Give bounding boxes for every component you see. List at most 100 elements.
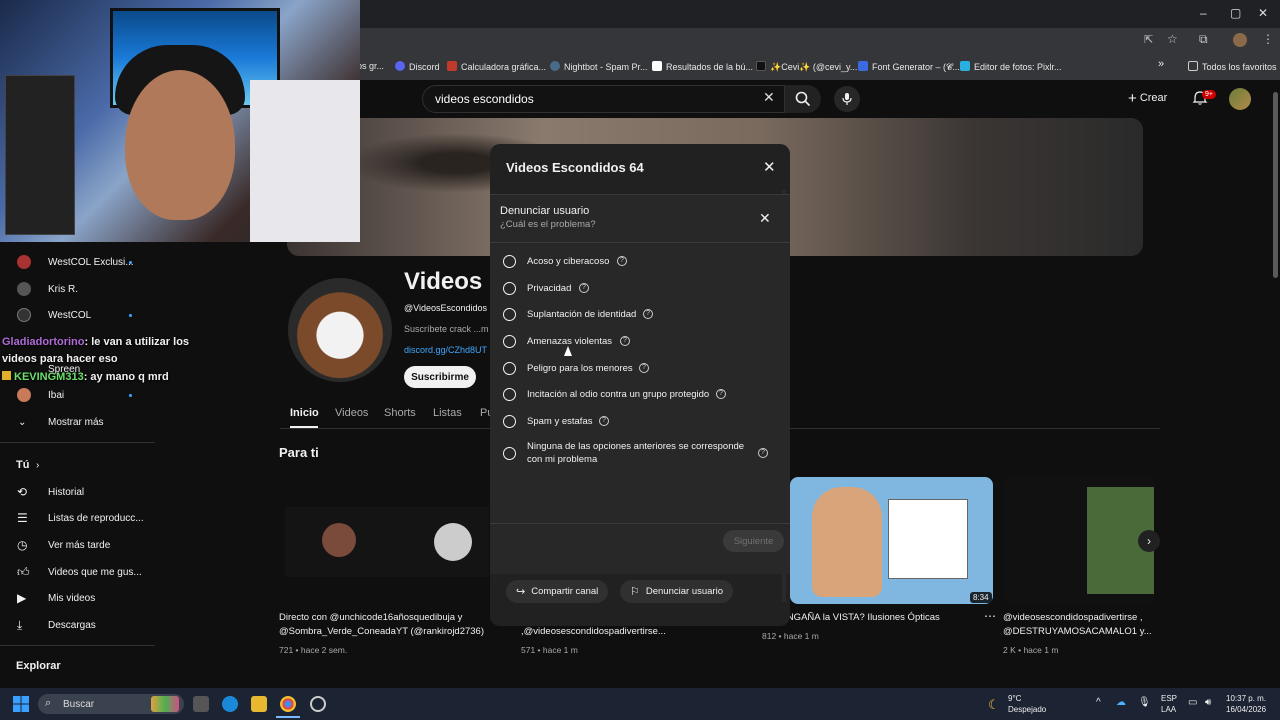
share-channel-button[interactable]: ↪ Compartir canal: [506, 580, 609, 603]
sidebar-item-liked[interactable]: 👍︎ Videos que me gus...: [0, 559, 155, 585]
minimize-icon[interactable]: –: [1200, 6, 1207, 20]
show-more-button[interactable]: ⌄ Mostrar más: [0, 409, 155, 435]
install-icon[interactable]: ⇱: [1144, 33, 1153, 46]
weather-temp[interactable]: 9°C: [1008, 694, 1021, 703]
bookmark-item[interactable]: Nightbot - Spam Pr...: [550, 61, 648, 72]
extensions-icon[interactable]: ⧉: [1199, 32, 1208, 47]
video-thumbnail[interactable]: [1004, 477, 1154, 604]
subscribe-button[interactable]: Suscribirme: [404, 366, 476, 388]
sidebar-item-sub[interactable]: WestCOL Exclusi...: [0, 249, 155, 275]
report-option[interactable]: Spam y estafas: [503, 415, 783, 428]
video-title[interactable]: Directo con @unchicode16añosquedibuja y …: [279, 611, 484, 639]
help-icon[interactable]: ?: [620, 336, 630, 346]
help-icon[interactable]: ?: [643, 309, 653, 319]
language-code[interactable]: ESP: [1161, 694, 1177, 703]
sidebar-item-my-videos[interactable]: ▶ Mis videos: [0, 585, 155, 611]
monitor-icon[interactable]: ▭: [1188, 697, 1197, 708]
help-icon[interactable]: ?: [716, 389, 726, 399]
onedrive-icon[interactable]: ☁: [1116, 697, 1126, 708]
chrome-icon[interactable]: [280, 696, 296, 712]
next-button[interactable]: Siguiente: [723, 530, 784, 552]
clear-search-icon[interactable]: ✕: [763, 89, 775, 106]
report-option[interactable]: Acoso y ciberacoso: [503, 255, 783, 268]
voice-search-button[interactable]: [834, 86, 860, 112]
bookmark-item[interactable]: Editor de fotos: Pixlr...: [960, 61, 1062, 72]
more-options-icon[interactable]: ⋯: [984, 609, 996, 623]
video-title[interactable]: o te ENGAÑA la VISTA? Ilusiones Ópticas: [762, 611, 972, 625]
bookmark-item[interactable]: Calculadora gráfica...: [447, 61, 546, 72]
sidebar-item-sub[interactable]: Kris R.: [0, 276, 155, 302]
sidebar-item-playlists[interactable]: ☰ Listas de reproducc...: [0, 505, 155, 531]
search-input[interactable]: [435, 92, 755, 106]
radio-button[interactable]: [503, 388, 516, 401]
radio-button[interactable]: [503, 415, 516, 428]
keyboard-layout[interactable]: LAA: [1161, 705, 1176, 714]
channel-link[interactable]: discord.gg/CZhd8UT: [404, 345, 487, 355]
maximize-icon[interactable]: ▢: [1230, 6, 1241, 20]
windows-start-icon[interactable]: [13, 696, 29, 712]
sidebar-item-watch-later[interactable]: ◷ Ver más tarde: [0, 532, 155, 558]
report-option[interactable]: Amenazas violentas: [503, 335, 783, 348]
account-avatar[interactable]: [1229, 88, 1251, 110]
tab-inicio[interactable]: Inicio: [290, 407, 319, 419]
close-window-icon[interactable]: ✕: [1258, 6, 1268, 20]
sidebar-item-sub[interactable]: WestCOL: [0, 302, 155, 328]
help-icon[interactable]: ?: [758, 448, 768, 458]
channel-avatar[interactable]: [288, 278, 392, 382]
report-option[interactable]: Ninguna de las opciones anteriores se co…: [503, 440, 783, 466]
radio-button[interactable]: [503, 308, 516, 321]
weather-text[interactable]: Despejado: [1008, 705, 1046, 714]
tab-videos[interactable]: Videos: [335, 407, 368, 419]
chevron-right-icon[interactable]: ›: [1138, 530, 1160, 552]
sidebar-item-history[interactable]: ⟲ Historial: [0, 479, 155, 505]
help-icon[interactable]: ?: [639, 363, 649, 373]
tab-shorts[interactable]: Shorts: [384, 407, 416, 419]
edge-icon[interactable]: [222, 696, 238, 712]
star-icon[interactable]: ☆: [1167, 32, 1178, 46]
bookmarks-overflow-icon[interactable]: »: [1158, 58, 1164, 70]
radio-button[interactable]: [503, 362, 516, 375]
report-option[interactable]: Privacidad: [503, 282, 783, 295]
radio-button[interactable]: [503, 335, 516, 348]
radio-button[interactable]: [503, 446, 516, 460]
create-button[interactable]: + Crear: [1128, 90, 1167, 107]
video-title[interactable]: @videosescondidospadivertirse , @DESTRUY…: [1003, 611, 1163, 639]
video-thumbnail[interactable]: [279, 475, 489, 607]
bookmark-item[interactable]: os gr...: [357, 61, 384, 71]
help-icon[interactable]: ?: [599, 416, 609, 426]
help-icon[interactable]: ?: [579, 283, 589, 293]
bookmark-item[interactable]: Discord: [395, 61, 440, 72]
menu-icon[interactable]: ⋮: [1262, 32, 1274, 46]
mic-tray-icon[interactable]: 🎙︎: [1138, 697, 1151, 708]
page-scrollbar[interactable]: [1273, 92, 1278, 278]
obs-icon[interactable]: [310, 696, 326, 712]
task-view-icon[interactable]: [193, 696, 209, 712]
tab-listas[interactable]: Listas: [433, 407, 462, 419]
clock-date[interactable]: 16/04/2026: [1226, 705, 1266, 714]
report-option[interactable]: Incitación al odio contra un grupo prote…: [503, 388, 783, 401]
report-user-button[interactable]: ⚐ Denunciar usuario: [620, 580, 733, 603]
bookmark-item[interactable]: ✨Cevi✨ (@cevi_y...: [756, 61, 857, 73]
all-bookmarks[interactable]: Todos los favoritos: [1188, 61, 1277, 72]
channel-description[interactable]: Suscríbete crack ...m: [404, 324, 489, 334]
tu-section-header[interactable]: Tú ›: [0, 452, 155, 478]
radio-button[interactable]: [503, 255, 516, 268]
chevron-up-icon[interactable]: ^: [1096, 697, 1101, 708]
search-box[interactable]: ✕: [422, 85, 785, 113]
video-thumbnail[interactable]: 8:34: [790, 477, 993, 604]
close-icon[interactable]: ✕: [763, 158, 776, 176]
clock-time[interactable]: 10:37 p. m.: [1226, 694, 1266, 703]
volume-icon[interactable]: 🔊︎: [1205, 697, 1211, 708]
close-icon[interactable]: ✕: [759, 210, 771, 227]
help-icon[interactable]: ?: [617, 256, 627, 266]
file-explorer-icon[interactable]: [251, 696, 267, 712]
taskbar-search[interactable]: ⌕ Buscar: [38, 694, 184, 714]
profile-icon[interactable]: [1233, 33, 1247, 47]
search-button[interactable]: [785, 85, 821, 113]
video-meta: 571 • hace 1 m: [521, 645, 578, 655]
video-title[interactable]: ,@videosescondidospadivertirse...: [521, 625, 681, 639]
radio-button[interactable]: [503, 282, 516, 295]
bookmark-item[interactable]: Font Generator – (𝓒...: [858, 61, 960, 73]
bookmark-item[interactable]: Resultados de la bú...: [652, 61, 753, 72]
sidebar-item-downloads[interactable]: ⤓ Descargas: [0, 612, 155, 638]
